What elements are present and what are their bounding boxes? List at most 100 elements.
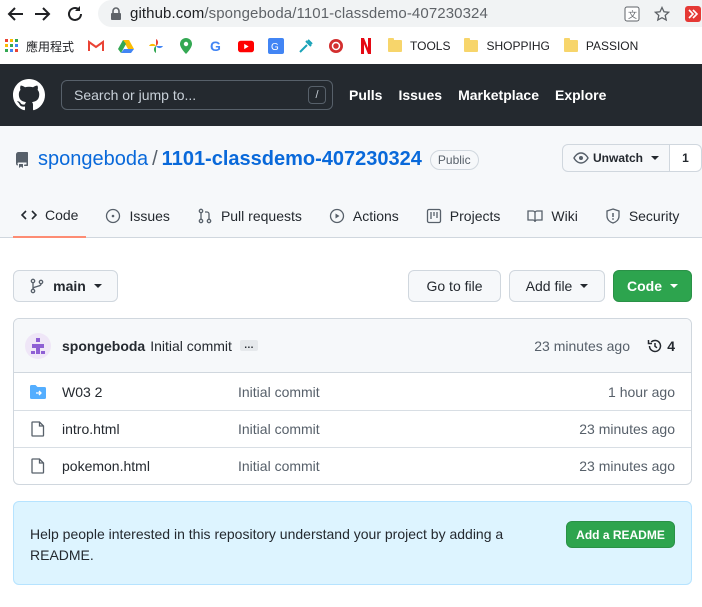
repo-owner-link[interactable]: spongeboda [38, 148, 148, 171]
play-icon [329, 208, 345, 224]
folder-icon [563, 38, 578, 52]
netflix-icon [358, 38, 374, 54]
go-to-file-button[interactable]: Go to file [408, 270, 501, 302]
chevron-down-icon [580, 284, 589, 288]
star-icon[interactable] [654, 5, 670, 22]
bookmark-tools[interactable]: TOOLS [388, 38, 450, 53]
branch-select-button[interactable]: main [13, 270, 118, 302]
file-commit-time: 1 hour ago [608, 383, 675, 400]
tab-issues-label: Issues [129, 208, 170, 224]
unwatch-label: Unwatch [592, 151, 643, 165]
watch-count[interactable]: 1 [670, 144, 702, 172]
visibility-badge: Public [429, 149, 479, 170]
nav-issues[interactable]: Issues [398, 87, 442, 103]
tab-code[interactable]: Code [13, 194, 87, 238]
repo-separator: / [152, 148, 158, 170]
folder-icon [388, 38, 403, 52]
svg-text:G: G [210, 38, 221, 54]
tab-security[interactable]: Security [597, 194, 688, 238]
tab-pull-requests-label: Pull requests [220, 208, 302, 224]
bookmark-label: 應用程式 [26, 39, 75, 54]
latest-commit-bar: spongeboda Initial commit … 23 minutes a… [14, 319, 691, 373]
translate-icon[interactable]: 文 [624, 6, 640, 22]
file-commit-time: 23 minutes ago [579, 421, 675, 437]
pull-request-icon [198, 208, 212, 224]
tab-wiki[interactable]: Wiki [519, 194, 585, 238]
github-logo-icon[interactable] [13, 79, 45, 111]
tab-actions[interactable]: Actions [321, 194, 407, 238]
tab-wiki-label: Wiki [551, 208, 578, 224]
back-button[interactable] [4, 2, 28, 26]
file-icon [30, 458, 46, 474]
file-list: W03 2 Initial commit 1 hour ago intro.html I… [14, 373, 691, 484]
bookmark-gmail[interactable] [88, 38, 105, 54]
google-photos-icon [148, 38, 164, 54]
bookmark-passion[interactable]: PASSION [563, 38, 639, 53]
add-readme-button[interactable]: Add a README [566, 521, 675, 548]
bookmark-label: PASSION [585, 39, 639, 53]
file-icon [30, 421, 46, 437]
bookmark-red-emblem[interactable] [328, 38, 344, 54]
unwatch-button[interactable]: Unwatch [562, 144, 670, 172]
bookmark-應用程式[interactable]: 應用程式 [4, 38, 74, 55]
file-commit-message[interactable]: Initial commit [238, 421, 320, 437]
add-file-label: Add file [525, 278, 573, 294]
reload-icon [68, 6, 82, 21]
table-row[interactable]: pokemon.html Initial commit 23 minutes ago [14, 447, 691, 484]
nav-marketplace[interactable]: Marketplace [458, 87, 539, 103]
tab-security-label: Security [628, 208, 680, 224]
forward-button[interactable] [30, 2, 54, 26]
bookmark-tool[interactable] [298, 38, 314, 54]
folder-icon [30, 384, 46, 400]
table-row[interactable]: intro.html Initial commit 23 minutes ago [14, 410, 691, 447]
file-name-link[interactable]: pokemon.html [62, 458, 150, 474]
repo-icon [16, 151, 28, 168]
tab-projects[interactable]: Projects [418, 194, 509, 238]
tool-icon [298, 38, 314, 54]
file-name-link[interactable]: intro.html [62, 421, 120, 437]
nav-explore[interactable]: Explore [555, 87, 606, 103]
bookmark-google-drive[interactable] [118, 38, 135, 54]
bookmark-google-photos[interactable] [148, 38, 164, 54]
repo-name-link[interactable]: 1101-classdemo-407230324 [162, 148, 422, 171]
bookmark-shoppihg[interactable]: SHOPPIHG [464, 38, 550, 53]
google-maps-icon [178, 38, 194, 54]
watch-group: Unwatch 1 [562, 144, 702, 172]
bookmark-youtube[interactable] [238, 38, 255, 54]
file-name-link[interactable]: W03 2 [62, 384, 102, 400]
url-text: github.com/spongeboda/1101-classdemo-407… [130, 5, 488, 22]
file-commit-message[interactable]: Initial commit [238, 384, 320, 400]
repo-header: spongeboda / 1101-classdemo-407230324 Pu… [0, 126, 702, 238]
tab-issues[interactable]: Issues [97, 194, 177, 238]
back-arrow-icon [7, 7, 23, 21]
table-row[interactable]: W03 2 Initial commit 1 hour ago [14, 373, 691, 410]
repo-tabs: Code Issues Pull requests Actions Projec… [13, 194, 698, 238]
bookmark-google-translate[interactable]: G [268, 38, 285, 54]
bookmark-netflix[interactable] [358, 38, 374, 54]
apps-grid-icon [4, 38, 20, 54]
expand-commit-button[interactable]: … [239, 340, 258, 351]
avatar[interactable] [25, 332, 51, 359]
chevron-down-icon [93, 284, 102, 288]
readme-prompt-text: Help people interested in this repositor… [30, 526, 504, 563]
file-commit-message[interactable]: Initial commit [238, 458, 320, 474]
svg-text:文: 文 [628, 9, 637, 21]
chevron-down-icon [670, 284, 678, 288]
bookmark-google[interactable]: G [208, 38, 224, 54]
reload-button[interactable] [63, 2, 87, 26]
address-bar[interactable]: github.com/spongeboda/1101-classdemo-407… [98, 0, 702, 27]
nav-pulls[interactable]: Pulls [349, 87, 382, 103]
readme-prompt: Help people interested in this repositor… [13, 501, 692, 585]
commit-author[interactable]: spongeboda [62, 338, 145, 354]
add-file-button[interactable]: Add file [509, 270, 605, 302]
search-input[interactable]: Search or jump to... / [61, 80, 333, 110]
bookmark-google-maps[interactable] [178, 38, 194, 54]
commit-history-link[interactable]: 4 [647, 338, 675, 354]
tab-code-label: Code [45, 207, 79, 223]
branch-name: main [53, 278, 86, 294]
youtube-icon [238, 38, 255, 54]
extension-icon[interactable] [684, 5, 702, 23]
commit-message[interactable]: Initial commit [150, 338, 232, 354]
tab-pull-requests[interactable]: Pull requests [189, 194, 310, 238]
code-button[interactable]: Code [613, 270, 692, 302]
